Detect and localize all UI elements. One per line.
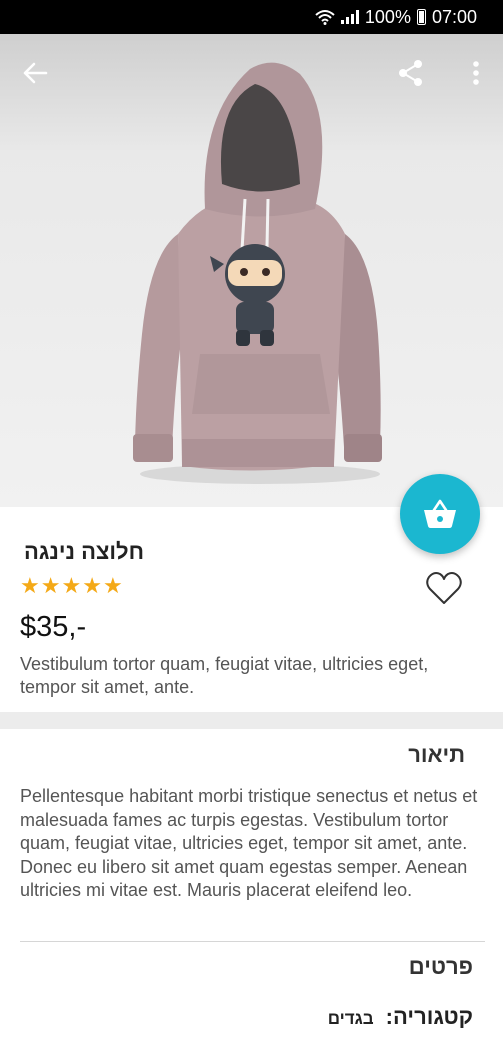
share-icon[interactable] [396,58,426,88]
divider-line [20,941,485,942]
category-value[interactable]: בגדים [328,1009,374,1029]
category-label: קטגוריה: [385,1004,473,1029]
rating-stars: ★★★★★ [20,573,124,599]
shopping-basket-icon [424,499,456,528]
details-heading: פרטים [408,954,473,979]
star-icon: ★ [61,573,83,598]
add-to-cart-button[interactable] [400,474,480,554]
favorite-heart-icon[interactable] [424,569,464,607]
wifi-icon [315,10,335,25]
arrow-back-icon[interactable] [20,58,50,88]
battery-icon [416,9,426,25]
description-body: Pellentesque habitant morbi tristique se… [20,786,478,900]
category-row: קטגוריה: בגדים [328,1004,473,1030]
signal-icon [340,10,359,24]
section-divider [0,712,503,729]
product-title: חלוצה נינגה [24,539,145,564]
more-vert-icon[interactable] [464,58,488,88]
product-price: $35,- [20,611,87,643]
star-icon: ★ [40,573,62,598]
star-icon: ★ [20,573,41,598]
description-heading: תיאור [408,742,465,767]
star-icon: ★ [102,573,124,598]
battery-percent: 100% [364,6,411,27]
clock: 07:00 [431,6,477,27]
star-icon: ★ [82,573,103,598]
short-description: Vestibulum tortor quam, feugiat vitae, u… [20,654,429,697]
app-bar [0,34,503,114]
status-bar: 100% 07:00 [0,0,503,34]
